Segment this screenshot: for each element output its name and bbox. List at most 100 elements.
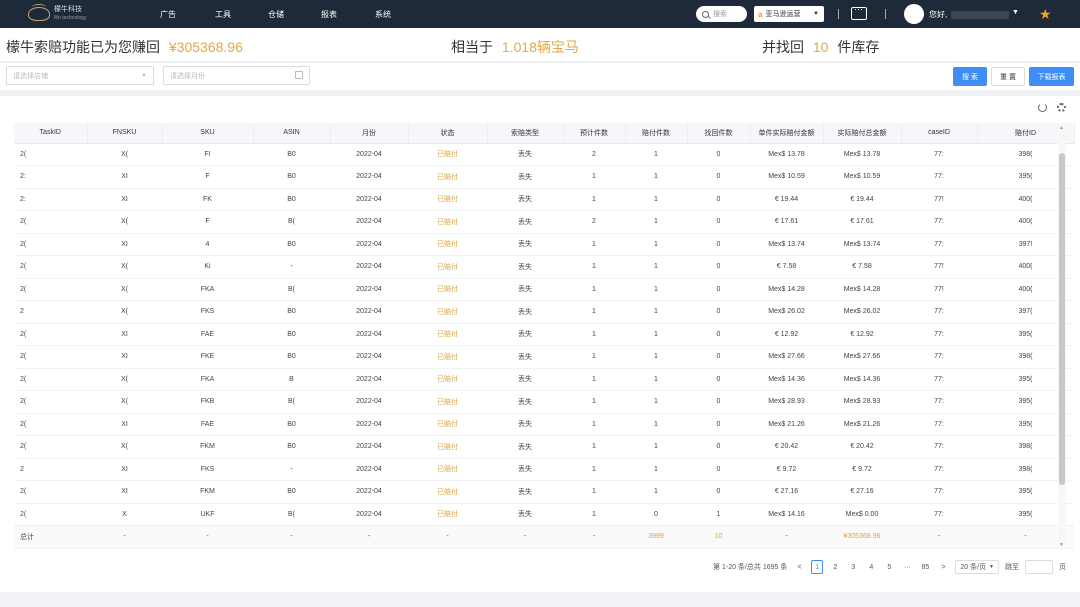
page-2[interactable]: 2 bbox=[829, 560, 841, 574]
gear-icon[interactable] bbox=[1057, 103, 1066, 112]
search-button[interactable]: 搜 索 bbox=[953, 67, 987, 86]
cell-asin: B0 bbox=[253, 480, 330, 504]
page-3[interactable]: 3 bbox=[847, 560, 859, 574]
total-cell-sku: - bbox=[162, 525, 253, 549]
page-ellipsis[interactable]: ··· bbox=[901, 560, 913, 574]
column-header-asin[interactable]: ASIN bbox=[253, 123, 331, 144]
cell-status: 已赔付 bbox=[408, 390, 487, 414]
reset-button[interactable]: 重 置 bbox=[991, 67, 1025, 86]
search-icon bbox=[702, 10, 709, 18]
global-search-input[interactable]: 搜索 bbox=[696, 6, 747, 22]
column-header-sku[interactable]: SKU bbox=[162, 123, 254, 144]
table-row[interactable]: 2: XI F B0 2022-04 已赔付 丢失 1 1 0 Mex$ 10.59 Mex$ 10.… bbox=[14, 165, 1074, 189]
scroll-up-icon[interactable]: ▲ bbox=[1059, 125, 1064, 131]
page-size-select[interactable]: 20 条/页 ▼ bbox=[955, 560, 999, 574]
table-row[interactable]: 2(XI FKE B0 2022-04 已赔付 丢失 1 1 0 Mex$ 27.66 Mex$ 2… bbox=[14, 345, 1074, 369]
table-row[interactable]: 2(XI FKM B0 2022-04 已赔付 丢失 1 1 0 € 27.16 € 27.16 77… bbox=[14, 480, 1074, 504]
page-85[interactable]: 85 bbox=[919, 560, 931, 574]
scroll-down-icon[interactable]: ▼ bbox=[1059, 542, 1064, 548]
page-5[interactable]: 5 bbox=[883, 560, 895, 574]
jump-page-input[interactable] bbox=[1025, 560, 1053, 574]
next-page-button[interactable]: > bbox=[937, 560, 949, 574]
claims-table-panel: TaskID FNSKU SKU ASIN 月份 状态 索赔类型 预计件数 赔付件数 找回件数 单件… bbox=[0, 96, 1080, 592]
cell-unit-amount: Mex$ 27.66 bbox=[750, 345, 823, 369]
star-icon[interactable]: ★ bbox=[1039, 6, 1052, 23]
table-row[interactable]: 2(X UKF B(2022-04 已赔付 丢失 1 0 1 Mex$ 14.16 Mex$ 0.… bbox=[14, 503, 1074, 526]
total-cell-status: - bbox=[408, 525, 487, 549]
cell-unit-amount: Mex$ 13.74 bbox=[750, 233, 823, 256]
menu-item-warehouse[interactable]: 仓储 bbox=[268, 0, 284, 28]
calendar-icon bbox=[295, 71, 303, 79]
table-row[interactable]: 2(X(FKM B0 2022-04 已赔付 丢失 1 1 0 € 20.42 € 20.42 77… bbox=[14, 435, 1074, 459]
page-1[interactable]: 1 bbox=[811, 560, 824, 574]
cell-sku: FK bbox=[162, 188, 253, 211]
menu-item-reports[interactable]: 报表 bbox=[321, 0, 337, 28]
table-row[interactable]: 2(X(FI B0 2022-04 已赔付 丢失 2 1 0 Mex$ 13.78 Mex$ 13… bbox=[14, 143, 1074, 166]
table-row[interactable]: 2(XI 4 B0 2022-04 已赔付 丢失 1 1 0 Mex$ 13.74 Mex$ 13.… bbox=[14, 233, 1074, 256]
cell-claim-type: 丢失 bbox=[487, 503, 563, 526]
table-row[interactable]: 2(X(FKA B 2022-04 已赔付 丢失 1 1 0 Mex$ 14.36 Mex$ 14… bbox=[14, 368, 1074, 391]
cell-month: 2022-04 bbox=[330, 188, 408, 211]
column-header-caseid[interactable]: caseID bbox=[901, 123, 978, 144]
column-header-paid-qty[interactable]: 赔付件数 bbox=[625, 123, 688, 144]
menu-item-ads[interactable]: 广告 bbox=[160, 0, 176, 28]
month-picker[interactable]: 请选择月份 bbox=[163, 66, 310, 85]
column-header-expected-qty[interactable]: 预计件数 bbox=[563, 123, 626, 144]
cell-recovered-qty: 0 bbox=[687, 323, 750, 346]
cell-asin: B0 bbox=[253, 300, 330, 324]
column-header-month[interactable]: 月份 bbox=[330, 123, 409, 144]
table-row[interactable]: 2(X(FKB B(2022-04 已赔付 丢失 1 1 0 Mex$ 28.93 Mex$ 2… bbox=[14, 390, 1074, 414]
table-row[interactable]: 2(X(F B(2022-04 已赔付 丢失 2 1 0 € 17.61 € 17.61 77: 4… bbox=[14, 210, 1074, 234]
page-4[interactable]: 4 bbox=[865, 560, 877, 574]
cell-paid-qty: 0 bbox=[625, 503, 687, 526]
cell-sku: FKA bbox=[162, 278, 253, 301]
column-header-recovered-qty[interactable]: 找回件数 bbox=[687, 123, 751, 144]
cell-unit-amount: € 19.44 bbox=[750, 188, 823, 211]
cell-claim-type: 丢失 bbox=[487, 480, 563, 504]
table-row[interactable]: 2(X(Ki -2022-04 已赔付 丢失 1 1 0 € 7.58 € 7.58 77! 400… bbox=[14, 255, 1074, 279]
cell-asin: B0 bbox=[253, 188, 330, 211]
vertical-scrollbar[interactable]: ▲ ▼ bbox=[1058, 123, 1066, 550]
page-footer bbox=[0, 594, 1080, 607]
user-menu-chevron-icon[interactable]: ▼ bbox=[1012, 9, 1019, 16]
user-greeting[interactable]: 您好, bbox=[929, 9, 1010, 20]
total-cell-fnsku: - bbox=[87, 525, 162, 549]
cell-expected-qty: 1 bbox=[563, 368, 625, 391]
prev-page-button[interactable]: < bbox=[793, 560, 805, 574]
total-cell-expected-qty: - bbox=[563, 525, 625, 549]
cell-expected-qty: 1 bbox=[563, 458, 625, 481]
column-header-fnsku[interactable]: FNSKU bbox=[87, 123, 163, 144]
cell-expected-qty: 1 bbox=[563, 435, 625, 459]
table-row[interactable]: 2(XI FAE B0 2022-04 已赔付 丢失 1 1 0 € 12.92 € 12.92 77… bbox=[14, 323, 1074, 346]
cell-claim-type: 丢失 bbox=[487, 323, 563, 346]
table-row[interactable]: 2(X(FKA B(2022-04 已赔付 丢失 1 1 0 Mex$ 14.28 Mex$ 1… bbox=[14, 278, 1074, 301]
table-row[interactable]: 2(XI FAE B0 2022-04 已赔付 丢失 1 1 0 Mex$ 21.26 Mex$ 2… bbox=[14, 413, 1074, 436]
table-total-row: 总计 - - - - - - -3999 10- ¥305368.96- - bbox=[14, 525, 1074, 549]
column-header-total-amount[interactable]: 实际赔付总金额 bbox=[823, 123, 902, 144]
message-icon[interactable] bbox=[851, 4, 867, 20]
menu-item-system[interactable]: 系统 bbox=[375, 0, 391, 28]
column-header-claim-type[interactable]: 索赔类型 bbox=[487, 123, 564, 144]
cell-sku: FKB bbox=[162, 390, 253, 414]
column-header-taskid[interactable]: TaskID bbox=[14, 123, 88, 144]
column-header-unit-amount[interactable]: 单件实际赔付金额 bbox=[750, 123, 824, 144]
avatar[interactable] bbox=[904, 4, 924, 24]
logo-text: 檬牛科技 bbox=[54, 6, 82, 13]
table-row[interactable]: 2: XI FK B0 2022-04 已赔付 丢失 1 1 0 € 19.44 € 19.44 77!… bbox=[14, 188, 1074, 211]
shop-select[interactable]: 请选择店铺 ▼ bbox=[6, 66, 154, 85]
total-cell-paid-qty: 3999 bbox=[625, 525, 687, 549]
menu-item-tools[interactable]: 工具 bbox=[215, 0, 231, 28]
column-header-status[interactable]: 状态 bbox=[408, 123, 488, 144]
table-row[interactable]: 2 X(FKS B0 2022-04 已赔付 丢失 1 1 0 Mex$ 26.02 Mex$ 26… bbox=[14, 300, 1074, 324]
scrollbar-thumb[interactable] bbox=[1059, 153, 1065, 485]
brand-logo[interactable]: 檬牛科技 Mn technology bbox=[28, 4, 100, 24]
cell-claim-type: 丢失 bbox=[487, 368, 563, 391]
refresh-icon[interactable] bbox=[1038, 103, 1047, 112]
download-report-button[interactable]: 下载报表 bbox=[1029, 67, 1074, 86]
table-row[interactable]: 2 XI FKS -2022-04 已赔付 丢失 1 1 0 € 9.72 € 9.72 77: 398… bbox=[14, 458, 1074, 481]
cell-claim-type: 丢失 bbox=[487, 300, 563, 324]
cell-caseid: 77: bbox=[901, 503, 977, 526]
cell-taskid: 2( bbox=[14, 210, 87, 234]
store-selector[interactable]: a 亚马逊运营 ▼ bbox=[754, 6, 824, 22]
cell-fnsku: X( bbox=[87, 278, 162, 301]
